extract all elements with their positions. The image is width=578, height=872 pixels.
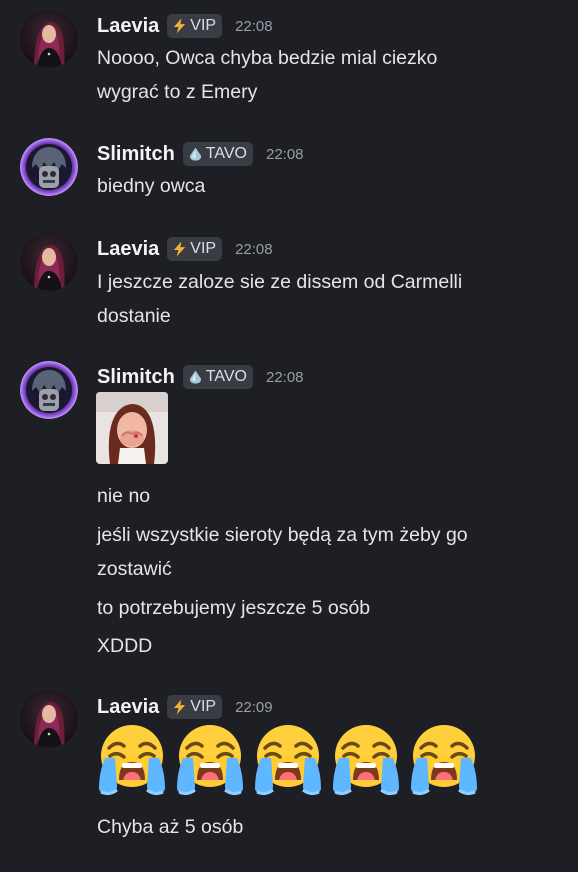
message-text: wygrać to z Emery: [97, 81, 258, 103]
username[interactable]: Laevia: [97, 15, 159, 38]
username[interactable]: Laevia: [97, 696, 159, 719]
timestamp: 22:08: [235, 240, 273, 258]
water-drop-icon: [188, 146, 203, 162]
message-text: XDDD: [97, 635, 153, 657]
emoji-row: [95, 722, 485, 796]
role-badge[interactable]: VIP: [167, 237, 223, 261]
lightning-icon: [172, 241, 187, 257]
role-badge[interactable]: TAVO: [182, 365, 253, 389]
message-header: Slimitch TAVO 22:08: [97, 362, 304, 392]
badge-label: TAVO: [205, 368, 247, 385]
loudly-crying-face-icon[interactable]: [173, 722, 247, 796]
timestamp: 22:08: [235, 17, 273, 35]
avatar[interactable]: [20, 361, 78, 419]
message-header: Slimitch TAVO 22:08: [97, 139, 304, 169]
message-text: jeśli wszystkie sieroty będą za tym żeby…: [97, 524, 468, 546]
role-badge[interactable]: VIP: [167, 695, 223, 719]
badge-label: TAVO: [205, 145, 247, 162]
message-header: Laevia VIP 22:09: [97, 692, 273, 722]
message-text: Noooo, Owca chyba bedzie mial ciezko: [97, 47, 438, 69]
message-text: Chyba aż 5 osób: [97, 816, 244, 838]
badge-label: VIP: [190, 240, 217, 257]
message-text: dostanie: [97, 305, 171, 327]
avatar[interactable]: [20, 233, 78, 291]
username[interactable]: Slimitch: [97, 143, 175, 166]
timestamp: 22:08: [265, 145, 304, 163]
lightning-icon: [172, 18, 187, 34]
message-text: biedny owca: [97, 175, 206, 197]
loudly-crying-face-icon[interactable]: [95, 722, 169, 796]
role-badge[interactable]: VIP: [167, 14, 223, 38]
badge-label: VIP: [190, 698, 217, 715]
username[interactable]: Laevia: [97, 238, 159, 261]
timestamp: 22:08: [265, 368, 304, 386]
role-badge[interactable]: TAVO: [182, 142, 253, 166]
loudly-crying-face-icon[interactable]: [251, 722, 325, 796]
badge-label: VIP: [190, 17, 217, 34]
message-header: Laevia VIP 22:08: [97, 11, 273, 41]
water-drop-icon: [188, 369, 203, 385]
message-text: zostawić: [97, 558, 172, 580]
avatar[interactable]: [20, 10, 78, 68]
loudly-crying-face-icon[interactable]: [329, 722, 403, 796]
message-header: Laevia VIP 22:08: [97, 234, 273, 264]
crying-woman-sticker[interactable]: [96, 392, 168, 464]
username[interactable]: Slimitch: [97, 366, 175, 389]
lightning-icon: [172, 699, 187, 715]
loudly-crying-face-icon[interactable]: [407, 722, 481, 796]
message-text: to potrzebujemy jeszcze 5 osób: [97, 597, 371, 619]
avatar[interactable]: [20, 138, 78, 196]
message-text: I jeszcze zaloze sie ze dissem od Carmel…: [97, 271, 463, 293]
avatar[interactable]: [20, 690, 78, 748]
message-text: nie no: [97, 485, 151, 507]
timestamp: 22:09: [235, 698, 273, 716]
